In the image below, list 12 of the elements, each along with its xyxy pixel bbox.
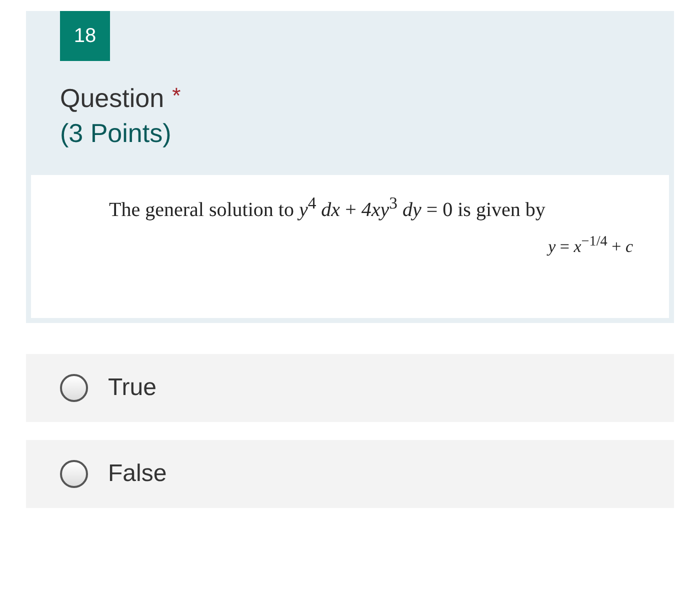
- radio-button[interactable]: [60, 374, 88, 402]
- question-title: Question: [60, 83, 164, 114]
- question-points: (3 Points): [60, 118, 172, 149]
- equation-text: The general solution to y$^{4}$ dx + 4xy$^{3}$ dy = 0 is given by: [109, 198, 546, 221]
- required-mark: *: [172, 83, 181, 109]
- equation-text: y = x$^{−1/4}$ + c: [548, 237, 633, 256]
- answer-option[interactable]: True: [26, 354, 674, 422]
- question-number: 18: [60, 11, 110, 61]
- answer-option[interactable]: False: [26, 440, 674, 508]
- option-label: False: [108, 460, 167, 488]
- radio-button[interactable]: [60, 460, 88, 488]
- option-label: True: [108, 374, 156, 402]
